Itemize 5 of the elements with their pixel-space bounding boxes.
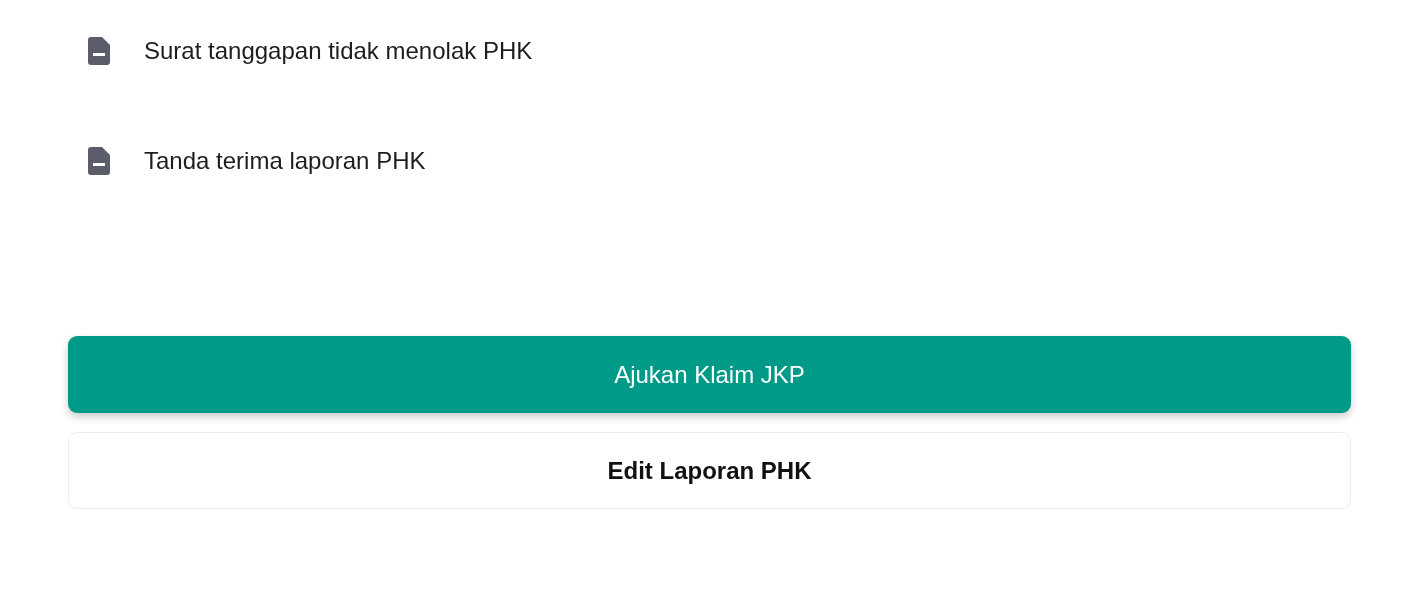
- document-icon: [88, 37, 110, 65]
- document-icon: [88, 147, 110, 175]
- document-label: Tanda terima laporan PHK: [144, 147, 426, 175]
- document-label: Surat tanggapan tidak menolak PHK: [144, 37, 533, 65]
- edit-report-button[interactable]: Edit Laporan PHK: [68, 432, 1351, 509]
